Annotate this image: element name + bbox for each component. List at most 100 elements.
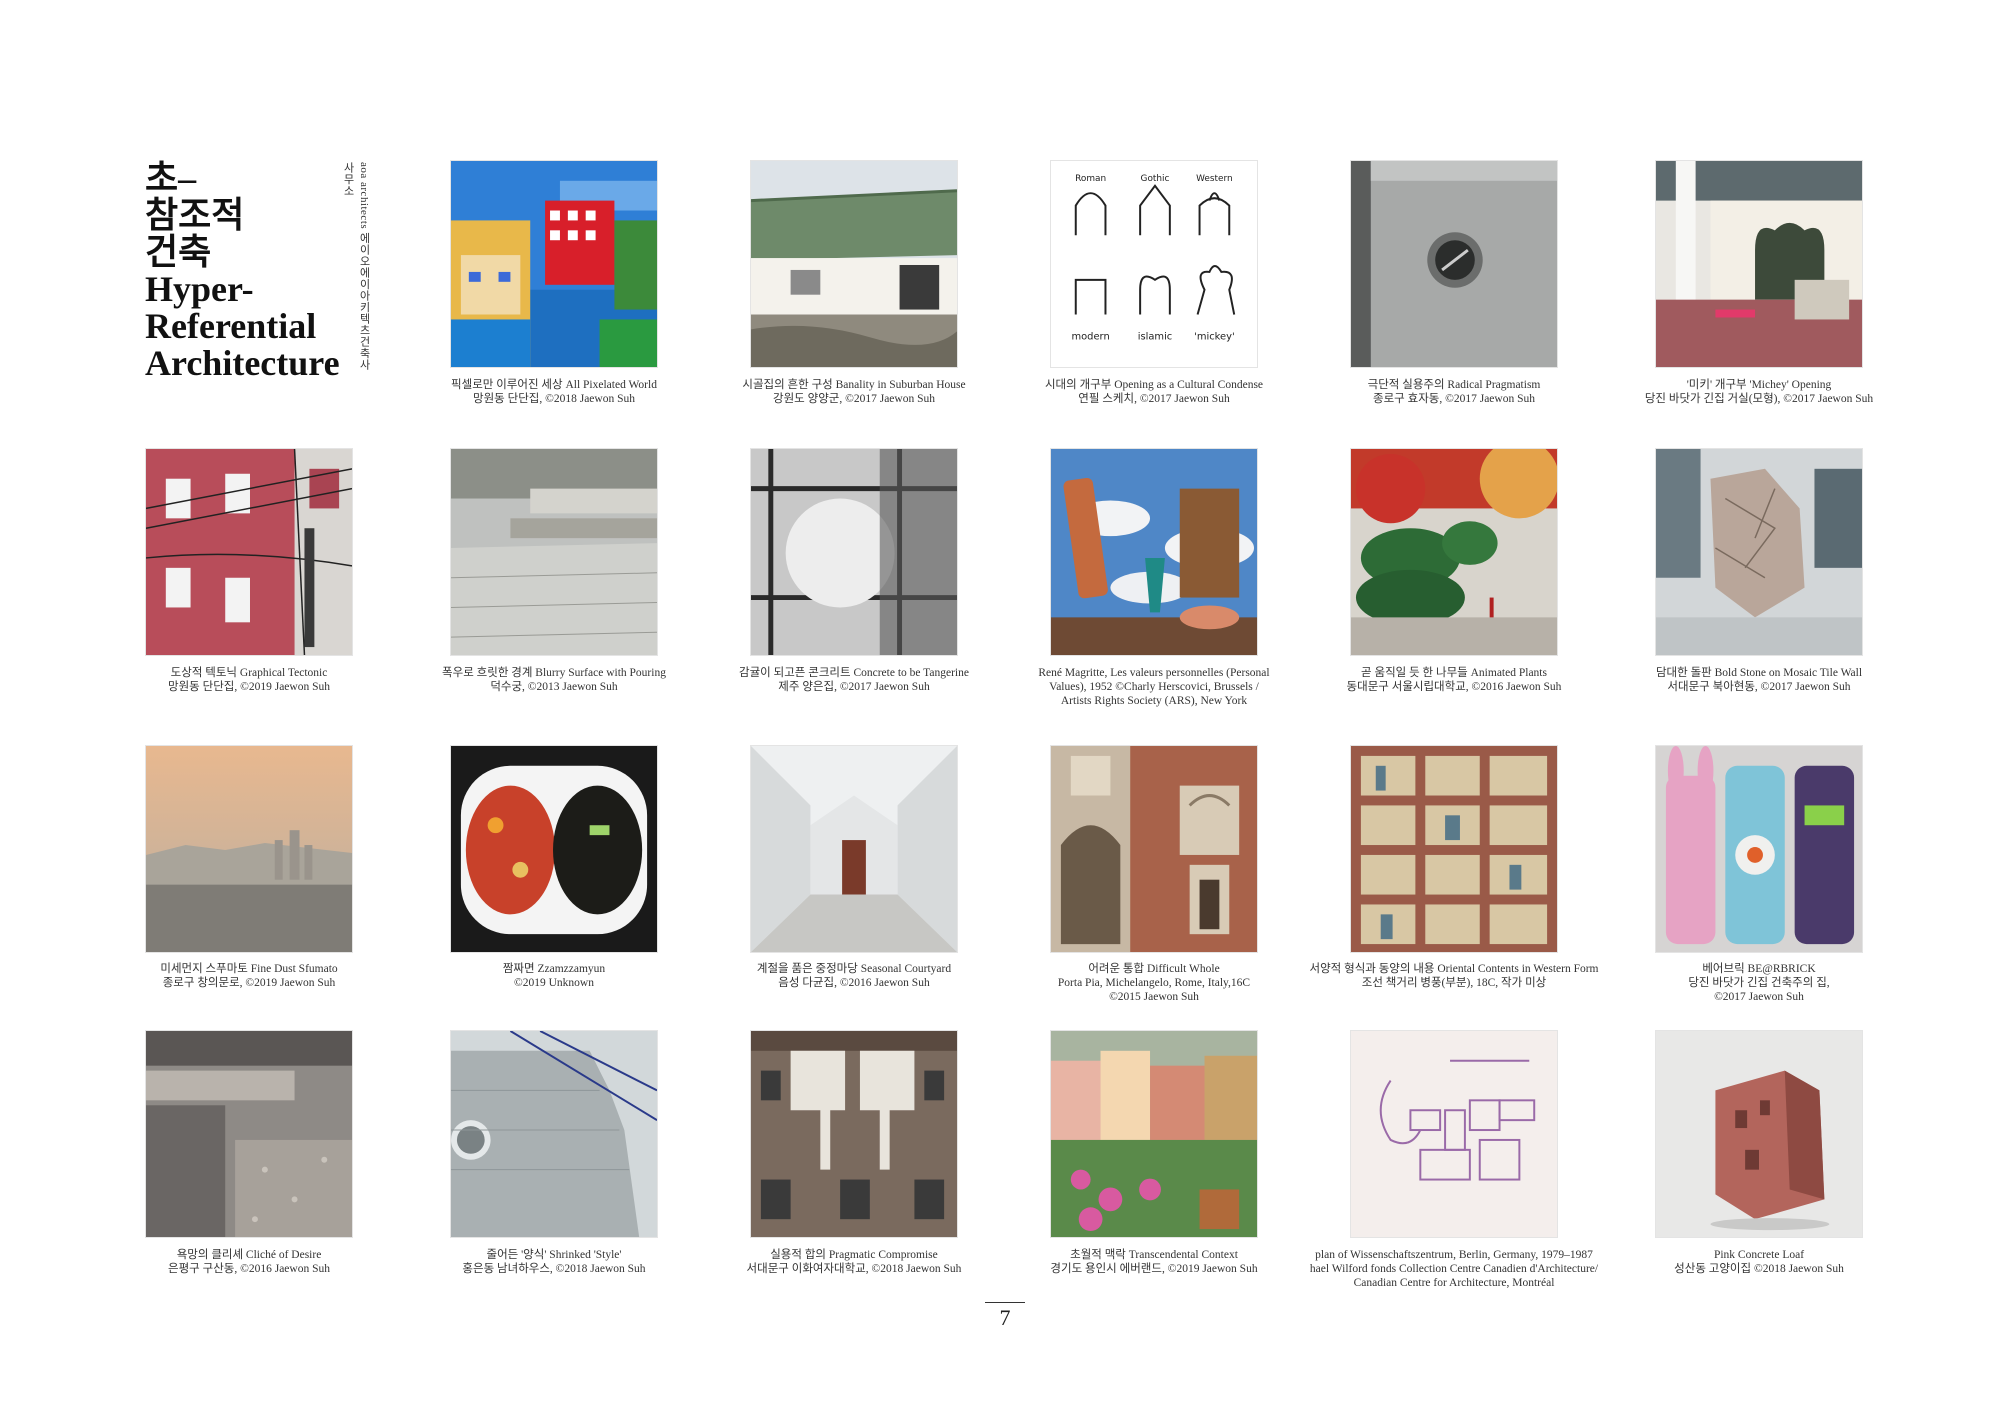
caption-line: 홍은동 남녀하우스, ©2018 Jaewon Suh (462, 1263, 646, 1275)
concrete-wall-image (1350, 160, 1558, 368)
caption-line: 연필 스케치, ©2017 Jaewon Suh (1078, 393, 1230, 405)
shrinked-style-image (450, 1030, 658, 1238)
sketch-label-top: Western (1196, 174, 1233, 184)
caption-line: 종로구 효자동, ©2017 Jaewon Suh (1373, 393, 1535, 405)
caption-line: 계절을 품은 중정마당 Seasonal Courtyard (756, 963, 952, 975)
image-caption: 어려운 통합 Difficult Whole Porta Pia, Michela… (1009, 962, 1299, 1004)
fine-dust-skyline-image (145, 745, 353, 953)
image-caption: 극단적 실용주의 Radical Pragmatism 종로구 효자동, ©201… (1309, 378, 1599, 406)
caption-line: Values), 1952 ©Charly Herscovici, Brusse… (1049, 681, 1259, 693)
image-caption: 미세먼지 스푸마토 Fine Dust Sfumato 종로구 창의문로, ©20… (104, 962, 394, 990)
image-caption: 줄어든 '양식' Shrinked 'Style' 홍은동 남녀하우스, ©201… (409, 1248, 699, 1276)
caption-line: 서양적 형식과 동양의 내용 Oriental Contents in West… (1309, 963, 1599, 975)
opening-sketch-image: Roman Gothic Western modern islamic 'mickey' (1050, 160, 1258, 368)
caption-line: 줄어든 '양식' Shrinked 'Style' (486, 1249, 622, 1261)
caption-line: ©2015 Jaewon Suh (1109, 991, 1199, 1003)
title-line: Architecture (145, 343, 340, 383)
caption-line: 당진 바닷가 긴집 거실(모형), ©2017 Jaewon Suh (1644, 393, 1874, 405)
caption-line: 픽셀로만 이루어진 세상 All Pixelated World (451, 379, 657, 391)
red-tile-building-image (145, 448, 353, 656)
page-number: 7 (985, 1302, 1025, 1331)
image-caption: 시골집의 흔한 구성 Banality in Suburban House 강원도… (709, 378, 999, 406)
caption-line: René Magritte, Les valeurs personnelles … (1038, 667, 1270, 679)
caption-line: 조선 책거리 병풍(부분), 18C, 작가 미상 (1361, 977, 1547, 989)
image-caption: 도상적 텍토닉 Graphical Tectonic 망원동 단단집, ©2019… (104, 666, 394, 694)
catalog-page: 초– 참조적 건축 Hyper- Referential Architectur… (0, 0, 2000, 1414)
image-caption: 실용적 합의 Pragmatic Compromise 서대문구 이화여자대학교,… (709, 1248, 999, 1276)
caption-line: 실용적 합의 Pragmatic Compromise (770, 1249, 938, 1261)
title-line: Hyper- (145, 269, 254, 309)
image-caption: 욕망의 클리셰 Cliché of Desire 은평구 구산동, ©2016 J… (104, 1248, 394, 1276)
caption-line: 당진 바닷가 긴집 건축주의 집, (1688, 977, 1830, 989)
wissenschaftszentrum-plan-image (1350, 1030, 1558, 1238)
caption-line: Pink Concrete Loaf (1713, 1249, 1805, 1261)
transcendental-context-image (1050, 1030, 1258, 1238)
image-caption: Pink Concrete Loaf 성산동 고양이집 ©2018 Jaewon … (1614, 1248, 1904, 1276)
caption-line: 종로구 창의문로, ©2019 Jaewon Suh (162, 977, 336, 989)
caption-line: Canadian Centre for Architecture, Montré… (1353, 1277, 1555, 1289)
caption-line: 은평구 구산동, ©2016 Jaewon Suh (168, 1263, 330, 1275)
caption-line: 강원도 양양군, ©2017 Jaewon Suh (773, 393, 935, 405)
image-caption: '미키' 개구부 'Michey' Opening 당진 바닷가 긴집 거실(모형… (1614, 378, 1904, 406)
caption-line: '미키' 개구부 'Michey' Opening (1686, 379, 1832, 391)
image-caption: 픽셀로만 이루어진 세상 All Pixelated World 망원동 단단집,… (409, 378, 699, 406)
stone-steps-image (450, 448, 658, 656)
studio-vertical-label: aoa architects 에이오에이아키텍츠건축사사무소 (342, 162, 370, 371)
caption-line: plan of Wissenschaftszentrum, Berlin, Ge… (1315, 1249, 1593, 1261)
caption-line: 서대문구 북아현동, ©2017 Jaewon Suh (1667, 681, 1851, 693)
caption-line: 베어브릭 BE@RBRICK (1702, 963, 1816, 975)
image-caption: 짬짜면 Zzamzzamyun ©2019 Unknown (409, 962, 699, 990)
image-caption: 담대한 돌판 Bold Stone on Mosaic Tile Wall 서대문… (1614, 666, 1904, 694)
image-caption: 감귤이 되고픈 콘크리트 Concrete to be Tangerine 제주 … (709, 666, 999, 694)
image-caption: 곧 움직일 듯 한 나무들 Animated Plants 동대문구 서울시립대학… (1309, 666, 1599, 694)
caption-line: 망원동 단단집, ©2018 Jaewon Suh (473, 393, 635, 405)
title-line: 초– (145, 158, 197, 198)
pink-concrete-loaf-image (1655, 1030, 1863, 1238)
pixelated-world-image (450, 160, 658, 368)
caption-line: 욕망의 클리셰 Cliché of Desire (176, 1249, 322, 1261)
image-caption: 서양적 형식과 동양의 내용 Oriental Contents in West… (1309, 962, 1599, 990)
caption-line: 서대문구 이화여자대학교, ©2018 Jaewon Suh (746, 1263, 962, 1275)
bearbrick-image (1655, 745, 1863, 953)
image-caption: 초월적 맥락 Transcendental Context 경기도 용인시 에버랜… (1009, 1248, 1299, 1276)
caption-line: Artists Rights Society (ARS), New York (1060, 695, 1248, 707)
concrete-circle-image (750, 448, 958, 656)
image-caption: René Magritte, Les valeurs personnelles … (1009, 666, 1299, 708)
caption-line: 담대한 돌판 Bold Stone on Mosaic Tile Wall (1655, 667, 1863, 679)
mickey-opening-image (1655, 160, 1863, 368)
caption-line: hael Wilford fonds Collection Centre Can… (1309, 1263, 1599, 1275)
image-caption: 베어브릭 BE@RBRICK 당진 바닷가 긴집 건축주의 집, ©2017 Jae… (1614, 962, 1904, 1004)
title-line: 건축 (145, 232, 212, 272)
caption-line: 제주 양은집, ©2017 Jaewon Suh (778, 681, 930, 693)
caption-line: 경기도 용인시 에버랜드, ©2019 Jaewon Suh (1050, 1263, 1258, 1275)
sketch-label-top: Gothic (1141, 174, 1170, 184)
sketch-label-bottom: islamic (1138, 331, 1173, 342)
title-line: 참조적 (145, 195, 245, 235)
caption-line: 도상적 텍토닉 Graphical Tectonic (170, 667, 328, 679)
animated-plants-image (1350, 448, 1558, 656)
caption-line: 짬짜면 Zzamzzamyun (502, 963, 606, 975)
caption-line: 어려운 통합 Difficult Whole (1088, 963, 1220, 975)
caption-line: ©2019 Unknown (514, 977, 594, 989)
caption-line: 감귤이 되고픈 콘크리트 Concrete to be Tangerine (739, 667, 969, 679)
chaekgeori-image (1350, 745, 1558, 953)
caption-line: 미세먼지 스푸마토 Fine Dust Sfumato (160, 963, 338, 975)
caption-line: 곧 움직일 듯 한 나무들 Animated Plants (1361, 667, 1547, 679)
caption-line: 시대의 개구부 Opening as a Cultural Condense (1044, 379, 1264, 391)
mosaic-stone-wall-image (1655, 448, 1863, 656)
sketch-label-top: Roman (1075, 174, 1106, 184)
porta-pia-image (1050, 745, 1258, 953)
sketch-label-bottom: 'mickey' (1194, 331, 1235, 342)
image-caption: 계절을 품은 중정마당 Seasonal Courtyard 음성 다균집, ©2… (709, 962, 999, 990)
granite-cliche-image (145, 1030, 353, 1238)
title-line: Referential (145, 306, 317, 346)
caption-line: 폭우로 흐릿한 경계 Blurry Surface with Pouring (442, 667, 666, 679)
seasonal-courtyard-image (750, 745, 958, 953)
caption-line: 망원동 단단집, ©2019 Jaewon Suh (168, 681, 330, 693)
caption-line: 극단적 실용주의 Radical Pragmatism (1367, 379, 1541, 391)
suburban-house-image (750, 160, 958, 368)
caption-line: 동대문구 서울시립대학교, ©2016 Jaewon Suh (1346, 681, 1562, 693)
page-title: 초– 참조적 건축 Hyper- Referential Architectur… (145, 158, 340, 383)
magritte-painting-image (1050, 448, 1258, 656)
image-caption: 폭우로 흐릿한 경계 Blurry Surface with Pouring 덕수… (409, 666, 699, 694)
